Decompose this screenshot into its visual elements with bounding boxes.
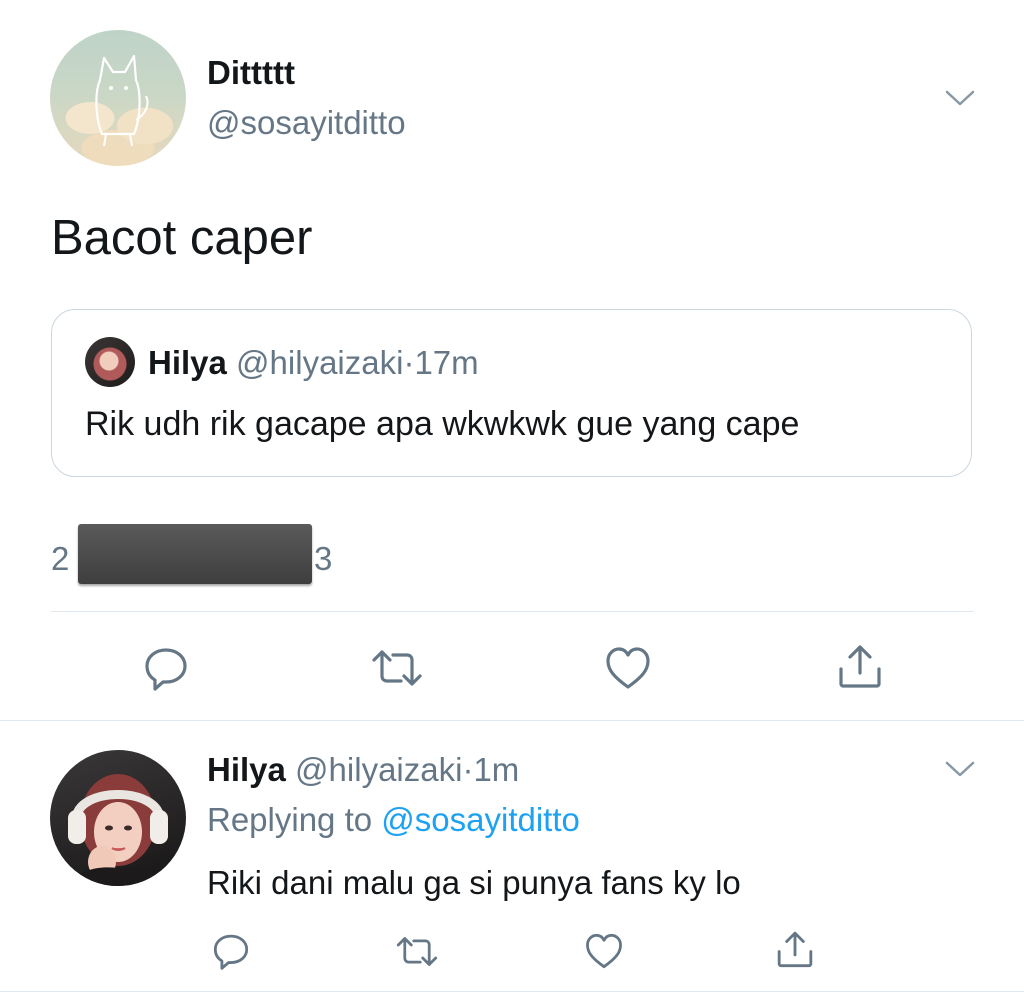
quoted-author-handle: @hilyaizaki <box>236 344 404 381</box>
quoted-author-name: Hilya <box>148 344 227 381</box>
reply-icon[interactable] <box>143 645 189 691</box>
stats-count-left: 2 <box>51 540 70 577</box>
reply-author-photo <box>68 774 168 886</box>
redaction-bar <box>78 524 312 584</box>
quoted-tweet-header: Hilya @hilyaizaki·17m <box>148 344 479 382</box>
tweet-separator <box>0 720 1024 721</box>
reply-icon[interactable] <box>212 932 250 970</box>
author-avatar[interactable] <box>50 30 186 166</box>
like-icon[interactable] <box>584 932 624 970</box>
retweet-icon[interactable] <box>395 935 439 968</box>
share-icon[interactable] <box>775 929 815 969</box>
bottom-divider <box>0 991 1024 992</box>
reply-text: Riki dani malu ga si punya fans ky lo <box>207 864 741 901</box>
author-display-name[interactable]: Dittttt <box>207 54 295 92</box>
quoted-tweet-card[interactable] <box>51 309 972 477</box>
stats-count-right: 3 <box>314 540 333 577</box>
replying-to-line: Replying to @sosayitditto <box>207 801 580 839</box>
separator-dot: · <box>462 751 474 788</box>
reply-header: Hilya @hilyaizaki·1m <box>207 751 519 789</box>
replying-to-label: Replying to <box>207 801 373 838</box>
divider <box>51 611 974 612</box>
like-icon[interactable] <box>604 645 652 691</box>
reply-time: 1m <box>473 751 520 788</box>
reply-author-name[interactable]: Hilya <box>207 751 286 788</box>
chevron-down-icon[interactable] <box>944 759 976 779</box>
quoted-tweet-time: 17m <box>414 344 479 381</box>
cat-sketch-icon <box>95 54 149 147</box>
tweet-text: Bacot caper <box>51 211 313 265</box>
quoted-author-avatar <box>85 337 135 387</box>
reply-author-handle[interactable]: @hilyaizaki <box>295 751 462 788</box>
replying-to-link[interactable]: @sosayitditto <box>381 801 580 838</box>
share-icon[interactable] <box>836 642 884 690</box>
chevron-down-icon[interactable] <box>944 88 976 108</box>
separator-dot: · <box>403 344 415 381</box>
retweet-icon[interactable] <box>370 648 424 688</box>
author-handle[interactable]: @sosayitditto <box>207 104 406 142</box>
quoted-tweet-text: Rik udh rik gacape apa wkwkwk gue yang c… <box>85 405 800 443</box>
reply-author-avatar[interactable] <box>50 750 186 886</box>
